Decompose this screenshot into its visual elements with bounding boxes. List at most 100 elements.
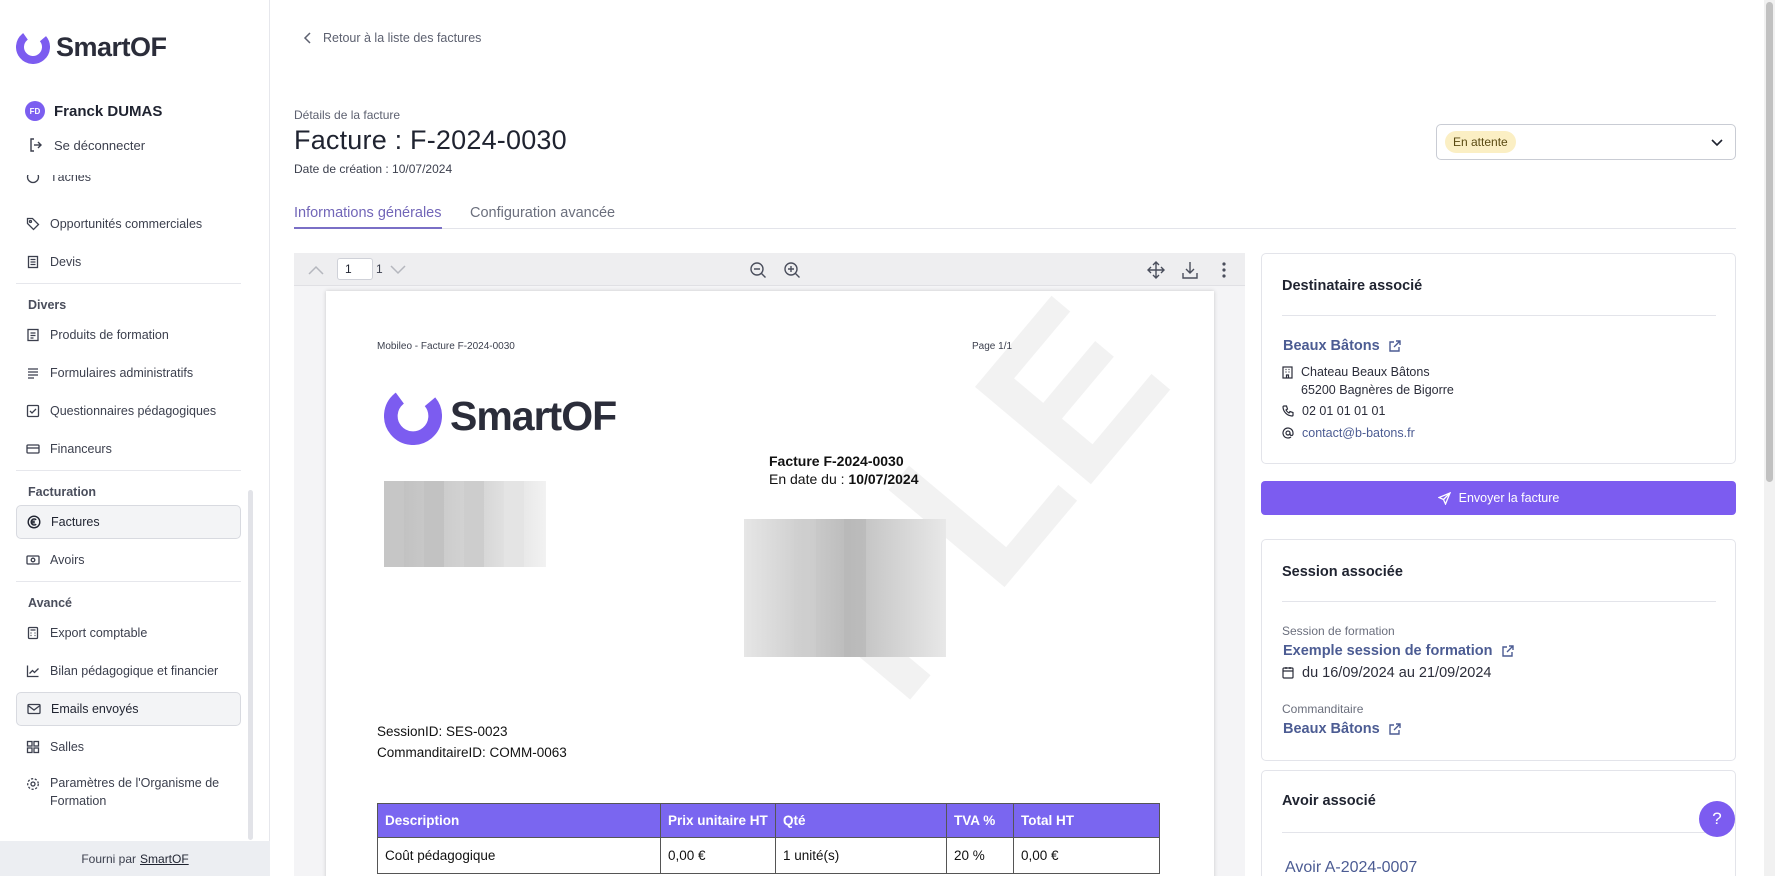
- credit-link[interactable]: Avoir A-2024-0007: [1285, 859, 1417, 876]
- pdf-invoice-title: Facture F-2024-0030: [769, 453, 904, 469]
- sidebar-item-avoirs[interactable]: Avoirs: [16, 543, 241, 577]
- sidebar-item-label: Export comptable: [50, 626, 148, 640]
- column-header: Qté: [775, 803, 947, 838]
- sidebar-item-salles[interactable]: Salles: [16, 730, 241, 764]
- pdf-header-left: Mobileo - Facture F-2024-0030: [377, 341, 515, 352]
- table-cell: Coût pédagogique: [377, 837, 661, 874]
- sidebar-item-opportunites[interactable]: Opportunités commerciales: [16, 207, 241, 241]
- logout-button[interactable]: Se déconnecter: [28, 137, 145, 153]
- table-cell: 20 %: [946, 837, 1014, 874]
- zoom-out-button[interactable]: [748, 260, 768, 280]
- pdf-invoice-table: Description Prix unitaire HT Qté TVA % T…: [377, 803, 1160, 874]
- mail-icon: [27, 703, 41, 715]
- sidebar-item-label: Paramètres de l'Organisme de Formation: [50, 776, 220, 808]
- sidebar-item-parametres[interactable]: Paramètres de l'Organisme de Formation: [16, 771, 241, 811]
- sidebar-item-produits[interactable]: Produits de formation: [16, 318, 241, 352]
- document-icon: [27, 255, 39, 269]
- zoom-in-button[interactable]: [782, 260, 802, 280]
- back-to-invoices-link[interactable]: Retour à la liste des factures: [303, 31, 481, 45]
- status-badge: En attente: [1445, 131, 1516, 153]
- recipient-email[interactable]: contact@b-batons.fr: [1282, 424, 1415, 442]
- tag-icon: [26, 217, 40, 231]
- previous-page-button[interactable]: [306, 260, 326, 280]
- commanditaire-link[interactable]: Beaux Bâtons: [1283, 721, 1402, 737]
- page-number-input[interactable]: 1: [337, 258, 373, 280]
- card-divider: [1282, 315, 1716, 316]
- nav-divider: [16, 470, 241, 471]
- sidebar-item-label: Produits de formation: [50, 328, 169, 342]
- sidebar: SmartOF FD Franck DUMAS Se déconnecter T…: [0, 0, 270, 876]
- logout-icon: [30, 138, 42, 152]
- external-link-icon: [1389, 723, 1401, 735]
- table-cell: 0,00 €: [1013, 837, 1160, 874]
- grid-icon: [26, 740, 40, 754]
- column-header: Prix unitaire HT: [660, 803, 776, 838]
- app-logo[interactable]: SmartOF: [16, 30, 167, 64]
- sidebar-item-bilan[interactable]: Bilan pédagogique et financier: [16, 654, 241, 688]
- sidebar-item-factures[interactable]: Factures: [16, 505, 241, 539]
- page-subtitle: Détails de la facture: [294, 108, 401, 122]
- send-invoice-button[interactable]: Envoyer la facture: [1261, 481, 1736, 515]
- footer-link[interactable]: SmartOF: [140, 852, 189, 866]
- column-header: Total HT: [1013, 803, 1160, 838]
- nav-divider: [16, 283, 241, 284]
- column-header: TVA %: [946, 803, 1014, 838]
- table-cell: 0,00 €: [660, 837, 776, 874]
- calendar-icon: [1282, 667, 1294, 679]
- calculator-icon: [27, 626, 39, 640]
- zoom-out-icon: [750, 262, 766, 278]
- sidebar-item-questionnaires[interactable]: Questionnaires pédagogiques: [16, 394, 241, 428]
- sidebar-item-taches[interactable]: Tâches: [16, 175, 241, 194]
- session-link[interactable]: Exemple session de formation: [1283, 643, 1515, 659]
- credit-card-title: Avoir associé: [1282, 793, 1376, 809]
- sidebar-item-emails[interactable]: Emails envoyés: [16, 692, 241, 726]
- sidebar-item-formulaires[interactable]: Formulaires administratifs: [16, 356, 241, 390]
- recipient-address: Chateau Beaux Bâtons 65200 Bagnères de B…: [1282, 363, 1454, 399]
- smartof-logo-icon: [384, 387, 442, 445]
- recipient-address-line2: 65200 Bagnères de Bigorre: [1301, 383, 1454, 397]
- lines-icon: [28, 368, 38, 379]
- recipient-phone: 02 01 01 01 01: [1282, 402, 1385, 420]
- recipient-link[interactable]: Beaux Bâtons: [1283, 338, 1402, 354]
- footer-prefix: Fourni par: [81, 851, 137, 866]
- next-page-button[interactable]: [388, 260, 408, 280]
- back-label: Retour à la liste des factures: [323, 31, 482, 45]
- recipient-address-line1: Chateau Beaux Bâtons: [1301, 365, 1430, 379]
- tab-configuration-avancee[interactable]: Configuration avancée: [470, 205, 615, 227]
- sidebar-nav[interactable]: Tâches Opportunités commerciales Devis D…: [0, 175, 255, 840]
- sidebar-item-label: Avoirs: [50, 553, 85, 567]
- blurred-address-image: [384, 481, 546, 567]
- chevron-down-icon: [390, 265, 406, 275]
- recipient-phone-text: 02 01 01 01 01: [1302, 404, 1386, 418]
- recipient-name: Beaux Bâtons: [1283, 338, 1380, 354]
- user-profile[interactable]: FD Franck DUMAS: [25, 101, 162, 121]
- more-options-button[interactable]: [1214, 260, 1234, 280]
- commanditaire-name: Beaux Bâtons: [1283, 721, 1380, 737]
- sidebar-item-devis[interactable]: Devis: [16, 245, 241, 279]
- session-dates-text: du 16/09/2024 au 21/09/2024: [1302, 665, 1492, 681]
- avatar: FD: [25, 101, 45, 121]
- pdf-page: PLE Mobileo - Facture F-2024-0030 Page 1…: [326, 291, 1214, 876]
- page-scrollbar-thumb[interactable]: [1766, 2, 1773, 482]
- watermark: PLE: [748, 291, 1212, 742]
- help-button[interactable]: ?: [1699, 801, 1735, 837]
- smartof-logo-icon: [16, 30, 50, 64]
- table-cell: 1 unité(s): [775, 837, 947, 874]
- sidebar-item-export[interactable]: Export comptable: [16, 616, 241, 650]
- status-select[interactable]: En attente: [1436, 124, 1736, 160]
- external-link-icon: [1501, 645, 1514, 657]
- logo-text: SmartOF: [56, 31, 167, 62]
- download-button[interactable]: [1180, 260, 1200, 280]
- page-scrollbar[interactable]: [1764, 0, 1775, 876]
- pdf-ids: SessionID: SES-0023 CommanditaireID: COM…: [377, 721, 567, 763]
- credit-card: Avoir associé Avoir A-2024-0007: [1261, 770, 1736, 876]
- sidebar-item-label: Bilan pédagogique et financier: [50, 664, 219, 678]
- tab-informations-generales[interactable]: Informations générales: [294, 205, 442, 229]
- pan-button[interactable]: [1146, 260, 1166, 280]
- sidebar-item-financeurs[interactable]: Financeurs: [16, 432, 241, 466]
- pdf-viewer[interactable]: 1 1 PLE Mobileo - Facture F-2024-0030 Pa…: [294, 253, 1245, 876]
- pdf-logo: SmartOF: [384, 387, 617, 445]
- send-invoice-label: Envoyer la facture: [1458, 491, 1560, 505]
- sidebar-scrollbar[interactable]: [248, 490, 253, 840]
- pdf-header-right: Page 1/1: [972, 341, 1013, 352]
